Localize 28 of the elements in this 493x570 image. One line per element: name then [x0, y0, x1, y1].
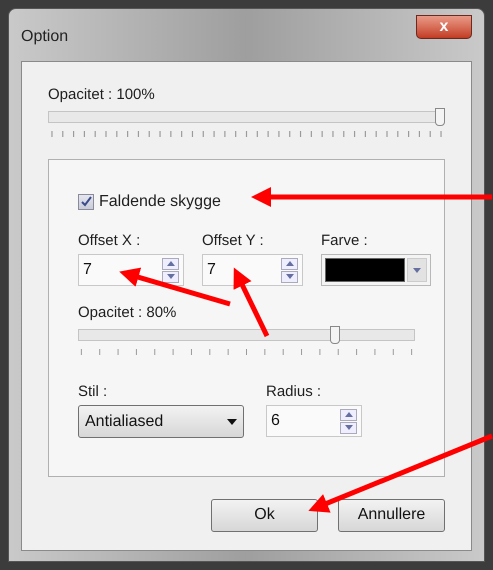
checkbox-label: Faldende skygge — [99, 192, 221, 212]
slider-label: Opacitet : 80% — [78, 303, 178, 323]
number-field[interactable]: 7 — [202, 254, 303, 286]
number-field[interactable]: 7 — [78, 254, 184, 286]
slider[interactable] — [78, 326, 415, 344]
checkbox[interactable] — [78, 194, 94, 210]
field-value: 7 — [207, 260, 217, 280]
field-label: Radius : — [266, 382, 322, 402]
slider-label: Opacitet : 100% — [48, 85, 156, 105]
field-label: Offset Y : — [202, 230, 265, 250]
field-value: 7 — [83, 260, 93, 280]
field-label: Offset X : — [78, 230, 142, 250]
style-dropdown[interactable]: Antialiased — [78, 405, 244, 438]
dropdown-value: Antialiased — [85, 412, 164, 432]
field-label: Farve : — [321, 230, 369, 250]
window-title: Option — [21, 27, 68, 47]
dialog-button[interactable]: Annullere — [338, 498, 445, 532]
slider-thumb[interactable] — [330, 326, 340, 344]
caret-icon — [227, 418, 237, 424]
color-dropdown[interactable] — [321, 254, 431, 286]
slider-thumb[interactable] — [435, 108, 445, 126]
slider[interactable] — [48, 108, 445, 126]
number-field[interactable]: 6 — [266, 405, 362, 437]
field-value: 6 — [271, 411, 281, 431]
annotation-arrow — [234, 268, 270, 338]
dialog-button[interactable]: Ok — [211, 498, 318, 532]
field-label: Stil : — [78, 382, 108, 402]
check-icon — [80, 196, 92, 207]
